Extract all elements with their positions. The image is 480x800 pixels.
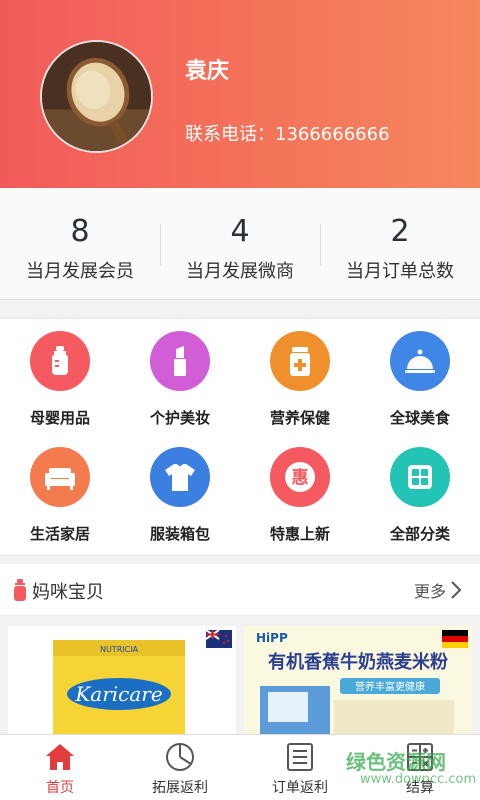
avatar[interactable]: [40, 40, 153, 153]
tab-label: 订单返利: [272, 780, 328, 796]
product-list: NUTRICIA Karicare HiPP 有机香蕉牛奶燕麦米粉 营养丰富更健…: [0, 616, 480, 746]
category-label: 生活家居: [29, 525, 90, 543]
stat-members[interactable]: 8 当月发展会员: [0, 188, 160, 299]
product-maker: NUTRICIA: [100, 645, 139, 654]
discount-badge-icon: 惠: [270, 447, 330, 507]
avatar-image: [42, 42, 151, 151]
tab-home[interactable]: 首页: [0, 735, 120, 800]
watermark: 绿色资源网: [346, 750, 446, 774]
profile-header: 袁庆 联系电话：1366666666: [0, 0, 480, 188]
section-header: 妈咪宝贝 更多: [0, 564, 480, 616]
category-baby[interactable]: 母婴用品: [0, 319, 120, 429]
product-brand: HiPP: [256, 631, 288, 645]
list-document-icon: [287, 743, 313, 771]
stat-value: 4: [230, 214, 250, 249]
category-beauty[interactable]: 个护美妆: [120, 319, 240, 429]
more-label: 更多: [413, 582, 446, 601]
product-image: NUTRICIA Karicare: [8, 626, 236, 740]
watermark-url: www.downcc.com: [360, 772, 477, 787]
category-grid: 母婴用品 个护美妆 营养保健 全球美食 生活家居 服装箱包 惠 特惠上新 全部分…: [0, 318, 480, 556]
grid-icon: [390, 447, 450, 507]
sofa-icon: [30, 447, 90, 507]
product-brand: Karicare: [74, 682, 162, 706]
stat-value: 2: [390, 214, 410, 249]
category-label: 特惠上新: [269, 525, 330, 543]
home-icon: [46, 744, 74, 770]
stat-label: 当月发展微商: [186, 261, 294, 282]
nz-flag-icon: [206, 630, 232, 648]
section-title: 妈咪宝贝: [32, 582, 104, 603]
tab-order-rebate[interactable]: 订单返利: [240, 735, 360, 800]
category-apparel[interactable]: 服装箱包: [120, 435, 240, 545]
category-label: 全部分类: [389, 525, 450, 543]
pie-chart-icon: [166, 743, 194, 771]
baby-bottle-icon: [14, 579, 26, 601]
product-tagline: 营养丰富更健康: [355, 680, 425, 693]
svg-text:惠: 惠: [292, 467, 309, 488]
product-image: HiPP 有机香蕉牛奶燕麦米粉 营养丰富更健康: [244, 626, 472, 734]
chevron-right-icon: [451, 581, 462, 599]
product-card[interactable]: NUTRICIA Karicare: [8, 626, 236, 746]
category-all[interactable]: 全部分类: [360, 435, 480, 545]
category-label: 母婴用品: [29, 409, 90, 427]
user-name: 袁庆: [185, 59, 230, 84]
stat-label: 当月订单总数: [346, 261, 454, 282]
tab-expansion-rebate[interactable]: 拓展返利: [120, 735, 240, 800]
more-link[interactable]: 更多: [414, 578, 462, 602]
tshirt-icon: [150, 447, 210, 507]
category-label: 全球美食: [389, 409, 450, 427]
category-label: 个护美妆: [149, 409, 210, 427]
product-title: 有机香蕉牛奶燕麦米粉: [268, 651, 448, 673]
baby-bottle-icon: [30, 331, 90, 391]
category-nutrition[interactable]: 营养保健: [240, 319, 360, 429]
tab-label: 首页: [46, 780, 74, 796]
product-card[interactable]: HiPP 有机香蕉牛奶燕麦米粉 营养丰富更健康: [244, 626, 472, 746]
stat-value: 8: [70, 214, 90, 249]
stat-label: 当月发展会员: [26, 261, 134, 282]
user-phone: 联系电话：1366666666: [185, 124, 390, 145]
category-home[interactable]: 生活家居: [0, 435, 120, 545]
category-label: 服装箱包: [149, 525, 210, 543]
tab-label: 拓展返利: [152, 780, 208, 796]
food-cloche-icon: [390, 331, 450, 391]
stat-orders[interactable]: 2 当月订单总数: [320, 188, 480, 299]
germany-flag-icon: [442, 630, 468, 648]
category-deals[interactable]: 惠 特惠上新: [240, 435, 360, 545]
monthly-stats: 8 当月发展会员 4 当月发展微商 2 当月订单总数: [0, 188, 480, 300]
category-label: 营养保健: [269, 409, 330, 427]
supplement-jar-icon: [270, 331, 330, 391]
lipstick-icon: [150, 331, 210, 391]
stat-microbusiness[interactable]: 4 当月发展微商: [160, 188, 320, 299]
category-food[interactable]: 全球美食: [360, 319, 480, 429]
